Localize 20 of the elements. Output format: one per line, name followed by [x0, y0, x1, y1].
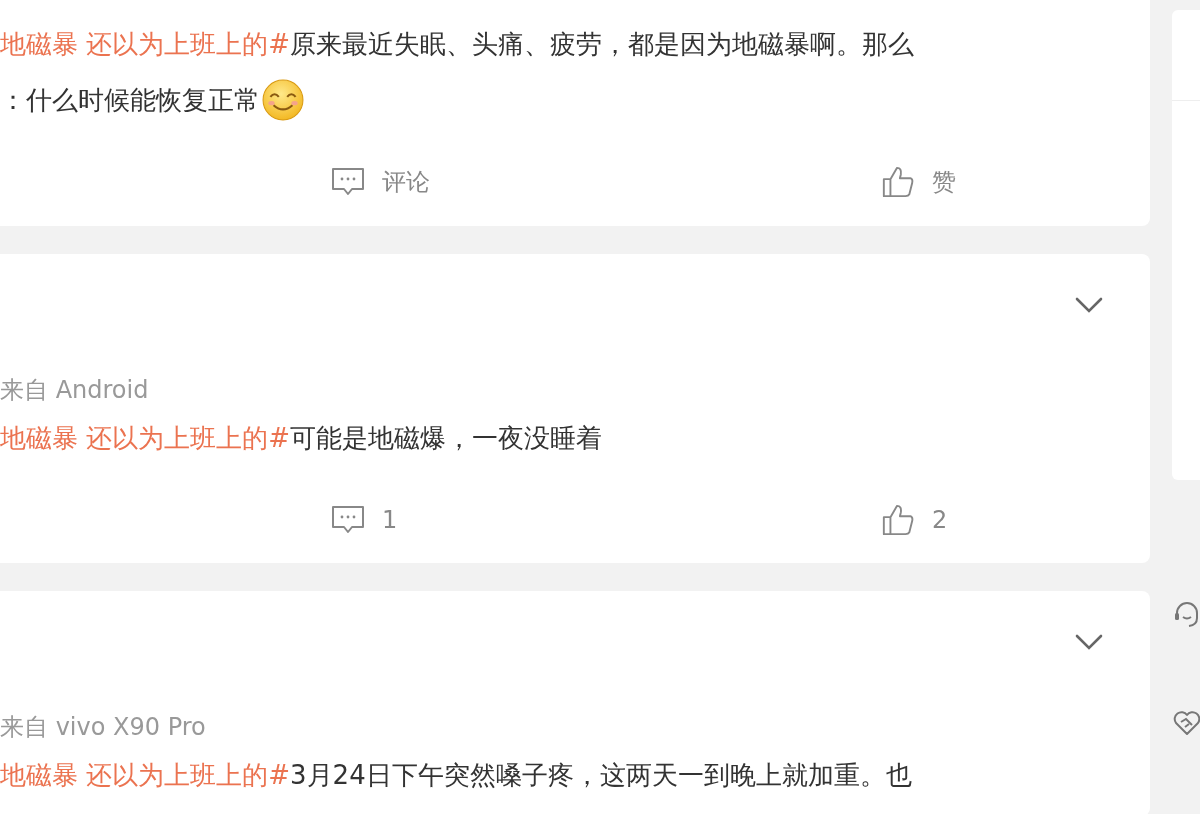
post-text: 地磁暴 还以为上班上的#原来最近失眠、头痛、疲劳，都是因为地磁暴啊。那么	[0, 16, 1150, 72]
post-source: 来自 Android	[0, 375, 150, 406]
post-text: 地磁暴 还以为上班上的#3月24日下午突然嗓子疼，这两天一到晚上就加重。也	[0, 747, 1150, 803]
headset-icon[interactable]	[1172, 600, 1200, 630]
hashtag-link[interactable]: 地磁暴 还以为上班上的#	[0, 410, 291, 466]
chevron-down-icon[interactable]	[1074, 295, 1104, 315]
thumbs-up-icon	[880, 165, 916, 199]
like-button[interactable]: 2	[880, 503, 948, 537]
like-button[interactable]: 赞	[880, 165, 956, 199]
smiley-emoji-icon	[262, 79, 304, 121]
heart-handshake-icon[interactable]	[1172, 708, 1200, 738]
comment-button[interactable]: 1	[330, 503, 398, 537]
chevron-down-icon[interactable]	[1074, 632, 1104, 652]
comment-button[interactable]: 评论	[330, 165, 430, 199]
thumbs-up-icon	[880, 503, 916, 537]
post-text: 地磁暴 还以为上班上的#可能是地磁爆，一夜没睡着	[0, 410, 1150, 466]
post-source: 来自 vivo X90 Pro	[0, 712, 207, 743]
hashtag-link[interactable]: 地磁暴 还以为上班上的#	[0, 16, 291, 72]
post-text: ：什么时候能恢复正常	[0, 72, 1150, 128]
hashtag-link[interactable]: 地磁暴 还以为上班上的#	[0, 747, 291, 803]
